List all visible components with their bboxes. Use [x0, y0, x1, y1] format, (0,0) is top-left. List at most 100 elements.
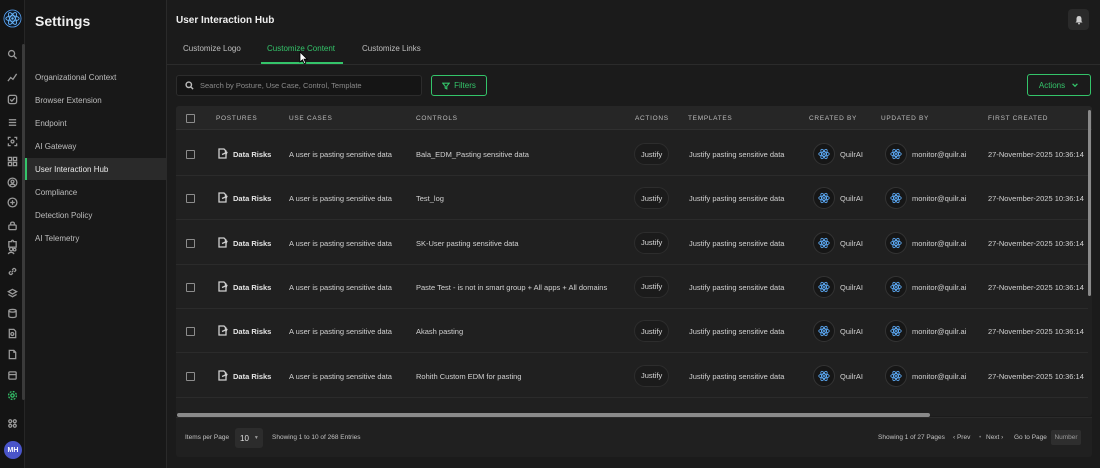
sidebar-item-label: AI Gateway: [35, 141, 77, 151]
sidebar-item-ai-telemetry[interactable]: AI Telemetry: [25, 227, 167, 249]
sidebar-item-ai-gateway[interactable]: AI Gateway: [25, 135, 167, 157]
rail-button-sliders[interactable]: [6, 196, 18, 208]
data-risk-icon: [218, 192, 228, 203]
row-checkbox[interactable]: [186, 150, 195, 159]
items-per-page-select[interactable]: 10 ▼: [235, 428, 263, 448]
creator-avatar: [813, 320, 835, 343]
template-cell: Justify pasting sensitive data: [689, 238, 785, 248]
actions-dropdown[interactable]: Actions: [1027, 74, 1091, 96]
rail-button-user-circle[interactable]: [6, 176, 18, 188]
rail-button-search[interactable]: [6, 48, 18, 60]
row-checkbox[interactable]: [186, 327, 195, 337]
table-row[interactable]: Data Risks A user is pasting sensitive da…: [176, 265, 1088, 309]
row-checkbox[interactable]: [186, 282, 195, 292]
search-box: [176, 75, 422, 96]
control-cell: Test_log: [416, 194, 444, 204]
column-header-templates[interactable]: TEMPLATES: [688, 115, 732, 122]
quilr-logo-icon: [818, 281, 830, 292]
search-icon: [7, 49, 17, 59]
rail-button-chart[interactable]: [6, 71, 18, 83]
showing-entries-text: Showing 1 to 10 of 268 Entries: [272, 434, 361, 441]
use-case-cell: A user is pasting sensitive data: [289, 327, 392, 337]
quilr-logo-icon: [818, 148, 830, 160]
settings-sidebar: Settings Organizational Context Browser …: [25, 0, 167, 468]
avatar[interactable]: MH: [4, 441, 22, 459]
sidebar-item-label: User Interaction Hub: [35, 164, 109, 174]
sidebar-item-endpoint[interactable]: Endpoint: [25, 112, 167, 134]
control-cell: Rohith Custom EDM for pasting: [416, 371, 522, 381]
rail-button-layers[interactable]: [6, 287, 18, 299]
chevron-down-icon: [1072, 83, 1078, 88]
rail-button-database[interactable]: [6, 307, 18, 319]
rail-button-document-search[interactable]: [6, 327, 18, 339]
rail-button-lock[interactable]: [6, 219, 18, 231]
row-checkbox[interactable]: [186, 371, 195, 381]
posture-cell: Data Risks: [233, 238, 272, 248]
creator-avatar: [813, 231, 835, 254]
sidebar-item-user-interaction-hub[interactable]: User Interaction Hub: [25, 158, 167, 180]
sidebar-item-browser-extension[interactable]: Browser Extension: [25, 89, 167, 111]
rail-button-users[interactable]: [6, 244, 18, 256]
tab-customize-logo[interactable]: Customize Logo: [183, 44, 245, 64]
table-vertical-scrollbar[interactable]: [1088, 110, 1091, 296]
prev-page-button[interactable]: ‹ Prev: [953, 434, 970, 441]
column-header-first-created[interactable]: FIRST CREATED: [988, 115, 1048, 122]
row-checkbox[interactable]: [186, 238, 195, 248]
data-risk-icon: [218, 148, 228, 159]
updater-avatar: [885, 231, 907, 254]
rail-button-scan[interactable]: [6, 135, 18, 147]
filters-button[interactable]: Filters: [431, 75, 487, 96]
go-to-page-input[interactable]: [1051, 430, 1081, 445]
template-cell: Justify pasting sensitive data: [689, 327, 785, 337]
file-icon: [8, 349, 16, 359]
column-header-controls[interactable]: CONTROLS: [416, 115, 458, 122]
select-all-checkbox[interactable]: [186, 114, 195, 123]
first-created-cell: 27-November-2025 10:36:14: [988, 194, 1084, 204]
document-search-icon: [8, 328, 16, 338]
quilr-logo-icon: [890, 193, 902, 204]
column-header-use-cases[interactable]: USE CASES: [289, 115, 333, 122]
column-header-created-by[interactable]: CREATED BY: [809, 115, 857, 122]
rail-button-bars[interactable]: [6, 116, 18, 128]
link-icon: [8, 267, 16, 275]
rail-button-settings-gear[interactable]: [6, 389, 18, 401]
data-risk-icon: [218, 236, 228, 248]
shield-check-icon: [7, 94, 17, 104]
table-row[interactable]: Data Risks A user is pasting sensitive da…: [176, 176, 1088, 221]
first-created-cell: 27-November-2025 10:36:14: [988, 150, 1084, 159]
rail-button-file[interactable]: [6, 348, 18, 360]
rail-button-apps[interactable]: [6, 417, 18, 429]
next-page-button[interactable]: Next ›: [986, 434, 1003, 441]
mouse-cursor-icon: [299, 51, 309, 65]
table-row[interactable]: Data Risks A user is pasting sensitive da…: [176, 132, 1088, 176]
updated-by-cell: monitor@quilr.ai: [912, 327, 967, 337]
rail-button-link[interactable]: [6, 265, 18, 277]
sidebar-item-organizational-context[interactable]: Organizational Context: [25, 66, 167, 88]
notifications-button[interactable]: [1068, 9, 1089, 30]
column-header-postures[interactable]: POSTURES: [216, 115, 257, 122]
row-checkbox[interactable]: [186, 194, 195, 204]
sliders-icon: [6, 196, 18, 208]
rail-button-shield-check[interactable]: [6, 93, 18, 105]
quilr-logo-icon[interactable]: [3, 9, 22, 28]
column-header-updated-by[interactable]: UPDATED BY: [881, 115, 929, 122]
sidebar-item-label: AI Telemetry: [35, 233, 80, 243]
items-per-page-value: 10: [240, 433, 249, 443]
quilr-logo-icon: [890, 237, 902, 248]
updater-avatar: [885, 320, 907, 343]
table-row[interactable]: Data Risks A user is pasting sensitive da…: [176, 354, 1088, 398]
table-row[interactable]: Data Risks A user is pasting sensitive da…: [176, 221, 1088, 265]
showing-pages-text: Showing 1 of 27 Pages: [878, 434, 945, 441]
sidebar-item-compliance[interactable]: Compliance: [25, 181, 167, 203]
tab-customize-links[interactable]: Customize Links: [362, 44, 426, 64]
table-header: POSTURES USE CASES CONTROLS ACTIONS TEMP…: [176, 106, 1092, 130]
data-risk-icon: [218, 369, 228, 381]
go-to-page-label: Go to Page: [1014, 434, 1047, 441]
sidebar-item-detection-policy[interactable]: Detection Policy: [25, 204, 167, 226]
table-row[interactable]: Data Risks A user is pasting sensitive da…: [176, 309, 1088, 354]
search-input[interactable]: [200, 81, 410, 90]
rail-button-frame[interactable]: [6, 369, 18, 381]
created-by-cell: QuilrAI: [840, 371, 863, 381]
column-header-actions[interactable]: ACTIONS: [635, 115, 669, 122]
rail-button-grid[interactable]: [6, 155, 18, 167]
